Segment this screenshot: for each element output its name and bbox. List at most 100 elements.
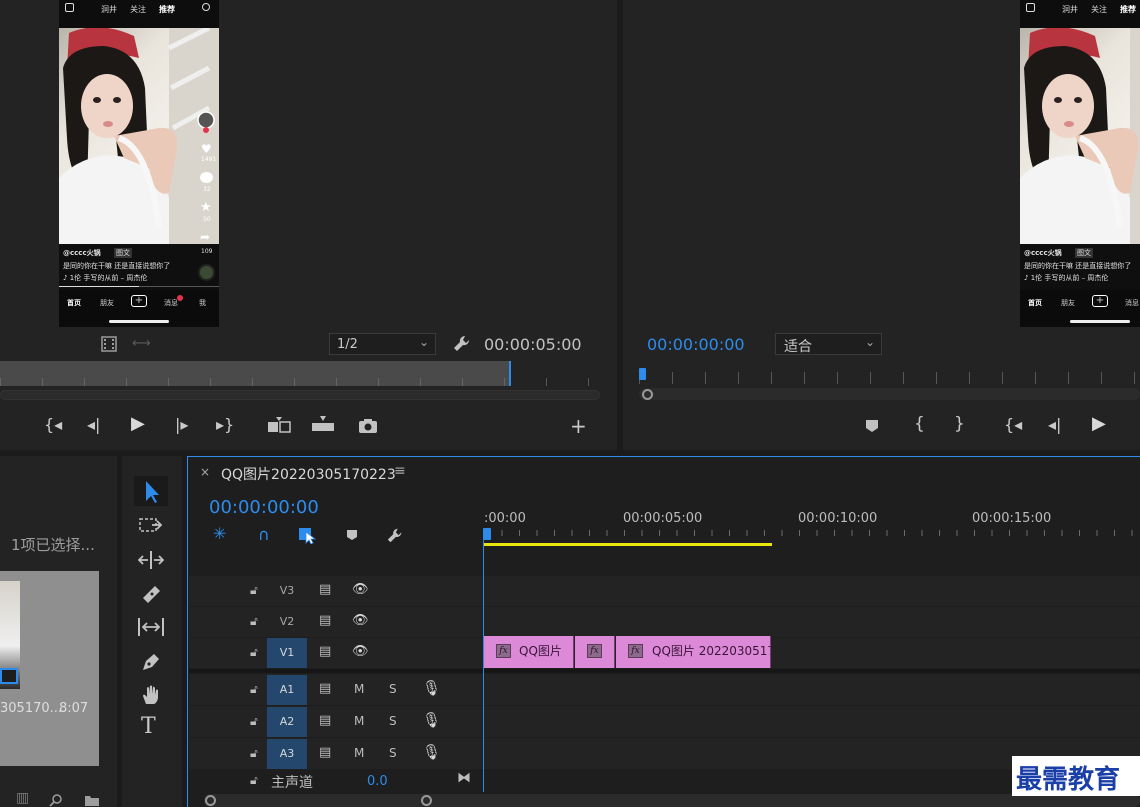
program-timecode[interactable]: 00:00:00:00 [647,335,745,354]
razor-tool-icon[interactable] [140,583,162,605]
lane-a2[interactable] [484,706,1140,737]
wrench-icon[interactable] [452,334,472,354]
timeline-settings-wrench-icon[interactable] [386,527,404,545]
search-icon[interactable] [49,793,63,807]
timeline-marker-icon[interactable] [346,529,358,541]
sequence-menu-icon[interactable]: ≡ [394,463,406,479]
track-label-v2[interactable]: V2 [267,607,307,637]
scroll-handle-icon[interactable] [642,389,653,400]
lock-icon[interactable]: 🔓︎ [250,714,258,729]
lock-icon[interactable]: 🔓︎ [250,614,258,629]
track-label-v1[interactable]: V1 [267,638,307,668]
program-step-back-icon[interactable]: ◂| [1048,415,1061,434]
add-marker-icon[interactable] [865,419,879,433]
solo-button[interactable]: S [389,714,397,728]
toggle-output-eye-icon[interactable]: 👁︎ [352,582,369,597]
program-play-icon[interactable]: ▶ [1092,413,1106,434]
sequence-tab-title[interactable]: QQ图片20220305170223 [221,464,396,484]
solo-button[interactable]: S [389,682,397,696]
program-zoom-scrollbar[interactable] [639,388,1140,400]
slip-tool-icon[interactable] [137,617,165,637]
go-to-end-icon[interactable]: ⧓ [457,770,471,786]
scroll-start-handle-icon[interactable] [205,795,216,806]
scroll-end-handle-icon[interactable] [421,795,432,806]
lock-icon[interactable]: 🔓︎ [250,583,258,598]
sync-lock-icon[interactable]: ▤ [319,713,331,728]
clip-2[interactable]: fx [575,636,615,668]
timeline-timecode[interactable]: 00:00:00:00 [209,497,319,518]
lock-icon[interactable]: 🔓︎ [250,682,258,697]
clip-1[interactable]: fx QQ图片 [484,636,574,668]
go-to-out-icon[interactable]: ▸} [216,415,234,434]
timeline-playhead-head[interactable] [483,528,491,540]
list-view-icon[interactable]: ▥ [16,790,29,806]
sync-lock-icon[interactable]: ▤ [319,613,331,628]
fit-select[interactable]: 适合 ⌄ [775,333,882,355]
timeline-horizontal-scrollbar[interactable] [204,794,1140,807]
mute-button[interactable]: M [354,714,364,728]
sync-lock-icon[interactable]: ▤ [319,582,331,597]
lane-v2[interactable] [484,607,1140,637]
nav-friends: 朋友 [100,299,114,307]
film-strip-icon[interactable] [101,336,117,352]
track-label-a3[interactable]: A3 [267,739,307,769]
solo-button[interactable]: S [389,746,397,760]
ripple-edit-tool-icon[interactable] [138,550,164,570]
master-volume-value[interactable]: 0.0 [367,774,388,789]
lock-icon[interactable]: 🔓︎ [250,645,258,660]
mark-in-icon[interactable]: { [914,414,925,434]
sync-lock-icon[interactable]: ▤ [319,681,331,696]
portrait-photo: 1491 32 50 ♥ ★ ➦ [59,28,219,244]
track-label-a1[interactable]: A1 [267,675,307,705]
linked-selection-icon[interactable] [298,526,318,544]
lock-icon[interactable]: 🔓︎ [250,773,258,788]
folder-icon[interactable] [84,794,100,807]
insert-icon[interactable] [267,416,293,434]
voiceover-mic-icon[interactable]: 🎙︎ [422,679,441,697]
video-audio-divider[interactable] [189,669,1140,673]
go-to-in-icon[interactable]: {◂ [44,415,62,434]
mute-button[interactable]: M [354,682,364,696]
play-icon[interactable]: ▶ [131,413,145,434]
clip-3[interactable]: fx QQ图片 20220305170 [616,636,771,668]
sync-lock-icon[interactable]: ▤ [319,745,331,760]
timeline-ruler[interactable]: :00:00 00:00:05:00 00:00:10:00 00:00:15:… [484,500,1140,550]
monitor-zoom-scrollbar[interactable] [0,390,600,400]
clip-thumbnail[interactable]: 305170... 8:07 [0,571,99,766]
toggle-output-eye-icon[interactable]: 👁︎ [352,644,369,659]
program-frame-preview: 洞井 关注 推荐 @cccc火锅 图文 是同的你在干嘛 还是直接说想你了 ♪ 1 [1020,0,1140,327]
drag-audio-icon[interactable]: ⟷ [132,336,151,351]
lane-a1[interactable] [484,674,1140,705]
hand-tool-icon[interactable] [140,684,162,706]
lane-v3[interactable] [484,576,1140,606]
overwrite-icon[interactable] [311,415,335,433]
add-button-icon[interactable]: + [570,414,587,438]
track-label-a2[interactable]: A2 [267,707,307,737]
mute-button[interactable]: M [354,746,364,760]
track-select-tool-icon[interactable] [138,516,164,536]
voiceover-mic-icon[interactable]: 🎙︎ [422,711,441,729]
snap-magnet-icon[interactable]: ∩ [258,525,270,544]
type-tool-icon[interactable]: T [141,714,156,739]
track-label-v3[interactable]: V3 [267,576,307,606]
ruler-label-15s: 00:00:15:00 [972,511,1052,526]
pen-tool-icon[interactable] [140,651,162,673]
playback-resolution-select[interactable]: 1/2 ⌄ [329,333,436,355]
step-back-icon[interactable]: ◂| [87,415,100,434]
step-forward-icon[interactable]: |▸ [175,415,188,434]
voiceover-mic-icon[interactable]: 🎙︎ [422,743,441,761]
program-phone-tab-1: 洞井 [1062,5,1078,14]
sync-lock-icon[interactable]: ▤ [319,644,331,659]
monitor-playhead[interactable] [509,361,511,386]
nest-sequence-icon[interactable]: ✳ [213,524,226,543]
program-go-to-in-icon[interactable]: {◂ [1004,415,1022,434]
lock-icon[interactable]: 🔓︎ [250,746,258,761]
camera-icon[interactable] [358,418,378,434]
mark-out-icon[interactable]: } [954,414,965,434]
toggle-output-eye-icon[interactable]: 👁︎ [352,613,369,628]
portrait-illustration [59,28,219,244]
work-area-bar[interactable] [484,543,772,546]
program-playhead[interactable] [639,368,646,380]
selection-tool-icon[interactable] [134,476,168,506]
close-sequence-icon[interactable]: × [200,465,210,479]
